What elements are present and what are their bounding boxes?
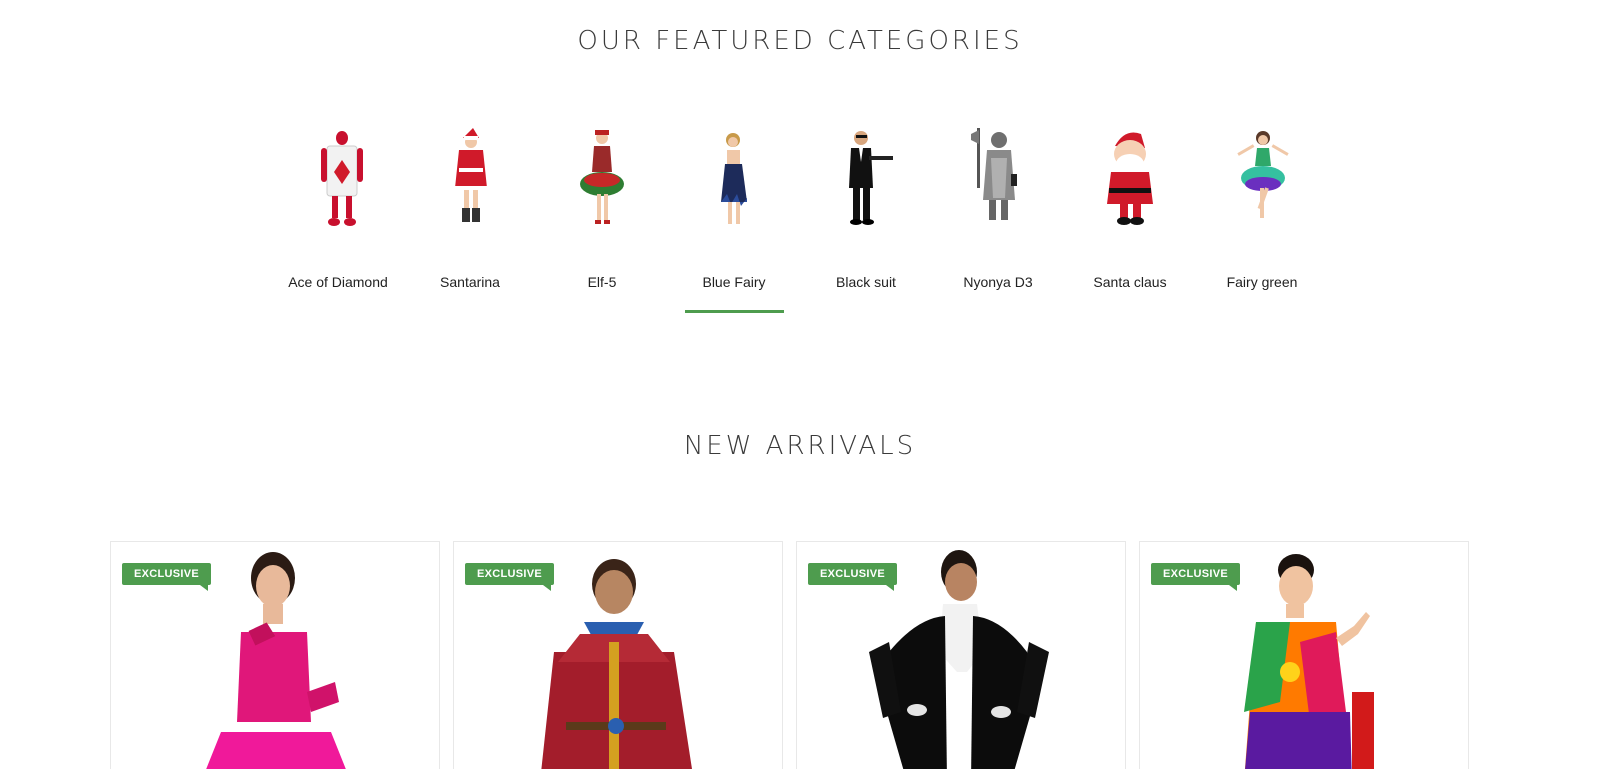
category-label: Elf-5 xyxy=(587,274,617,290)
category-label: Fairy green xyxy=(1226,274,1298,290)
category-label: Nyonya D3 xyxy=(963,274,1033,290)
armor-knight-costume-image xyxy=(943,128,1053,232)
product-card[interactable]: EXCLUSIVE xyxy=(453,541,783,769)
elf-costume-image xyxy=(547,128,657,232)
santarina-costume-image xyxy=(415,128,525,232)
category-label: Santarina xyxy=(440,274,500,290)
category-label: Black suit xyxy=(836,274,896,290)
product-card[interactable]: EXCLUSIVE xyxy=(1139,541,1469,769)
category-blue-fairy[interactable]: Blue Fairy xyxy=(668,128,800,313)
ace-of-diamond-costume-image xyxy=(283,128,393,232)
category-label: Blue Fairy xyxy=(702,274,766,290)
new-arrivals-grid: EXCLUSIVE EXCLUSIVE EXCLUSIVE EXCLUSIVE xyxy=(110,541,1490,769)
category-santarina[interactable]: Santarina xyxy=(404,128,536,313)
category-elf-5[interactable]: Elf-5 xyxy=(536,128,668,313)
new-arrivals-title: NEW ARRIVALS xyxy=(683,431,917,461)
exclusive-badge: EXCLUSIVE xyxy=(808,563,898,591)
blue-fairy-costume-image xyxy=(679,128,789,232)
fairy-green-costume-image xyxy=(1207,128,1317,232)
featured-categories-list: Ace of Diamond Santarina Elf-5 Blue Fair… xyxy=(272,128,1328,313)
exclusive-badge: EXCLUSIVE xyxy=(122,563,212,591)
featured-categories-title: OUR FEATURED CATEGORIES xyxy=(577,26,1023,56)
black-suit-costume-image xyxy=(811,128,921,232)
product-card[interactable]: EXCLUSIVE xyxy=(110,541,440,769)
category-santa-claus[interactable]: Santa claus xyxy=(1064,128,1196,313)
category-fairy-green[interactable]: Fairy green xyxy=(1196,128,1328,313)
page: OUR FEATURED CATEGORIES Ace of Diamond S… xyxy=(0,0,1600,769)
category-nyonya-d3[interactable]: Nyonya D3 xyxy=(932,128,1064,313)
category-label: Santa claus xyxy=(1093,274,1167,290)
santa-claus-costume-image xyxy=(1075,128,1185,232)
category-ace-of-diamond[interactable]: Ace of Diamond xyxy=(272,128,404,313)
exclusive-badge: EXCLUSIVE xyxy=(465,563,555,591)
product-card[interactable]: EXCLUSIVE xyxy=(796,541,1126,769)
category-label: Ace of Diamond xyxy=(288,274,388,290)
exclusive-badge: EXCLUSIVE xyxy=(1151,563,1241,591)
category-black-suit[interactable]: Black suit xyxy=(800,128,932,313)
category-active-underline xyxy=(685,310,784,313)
